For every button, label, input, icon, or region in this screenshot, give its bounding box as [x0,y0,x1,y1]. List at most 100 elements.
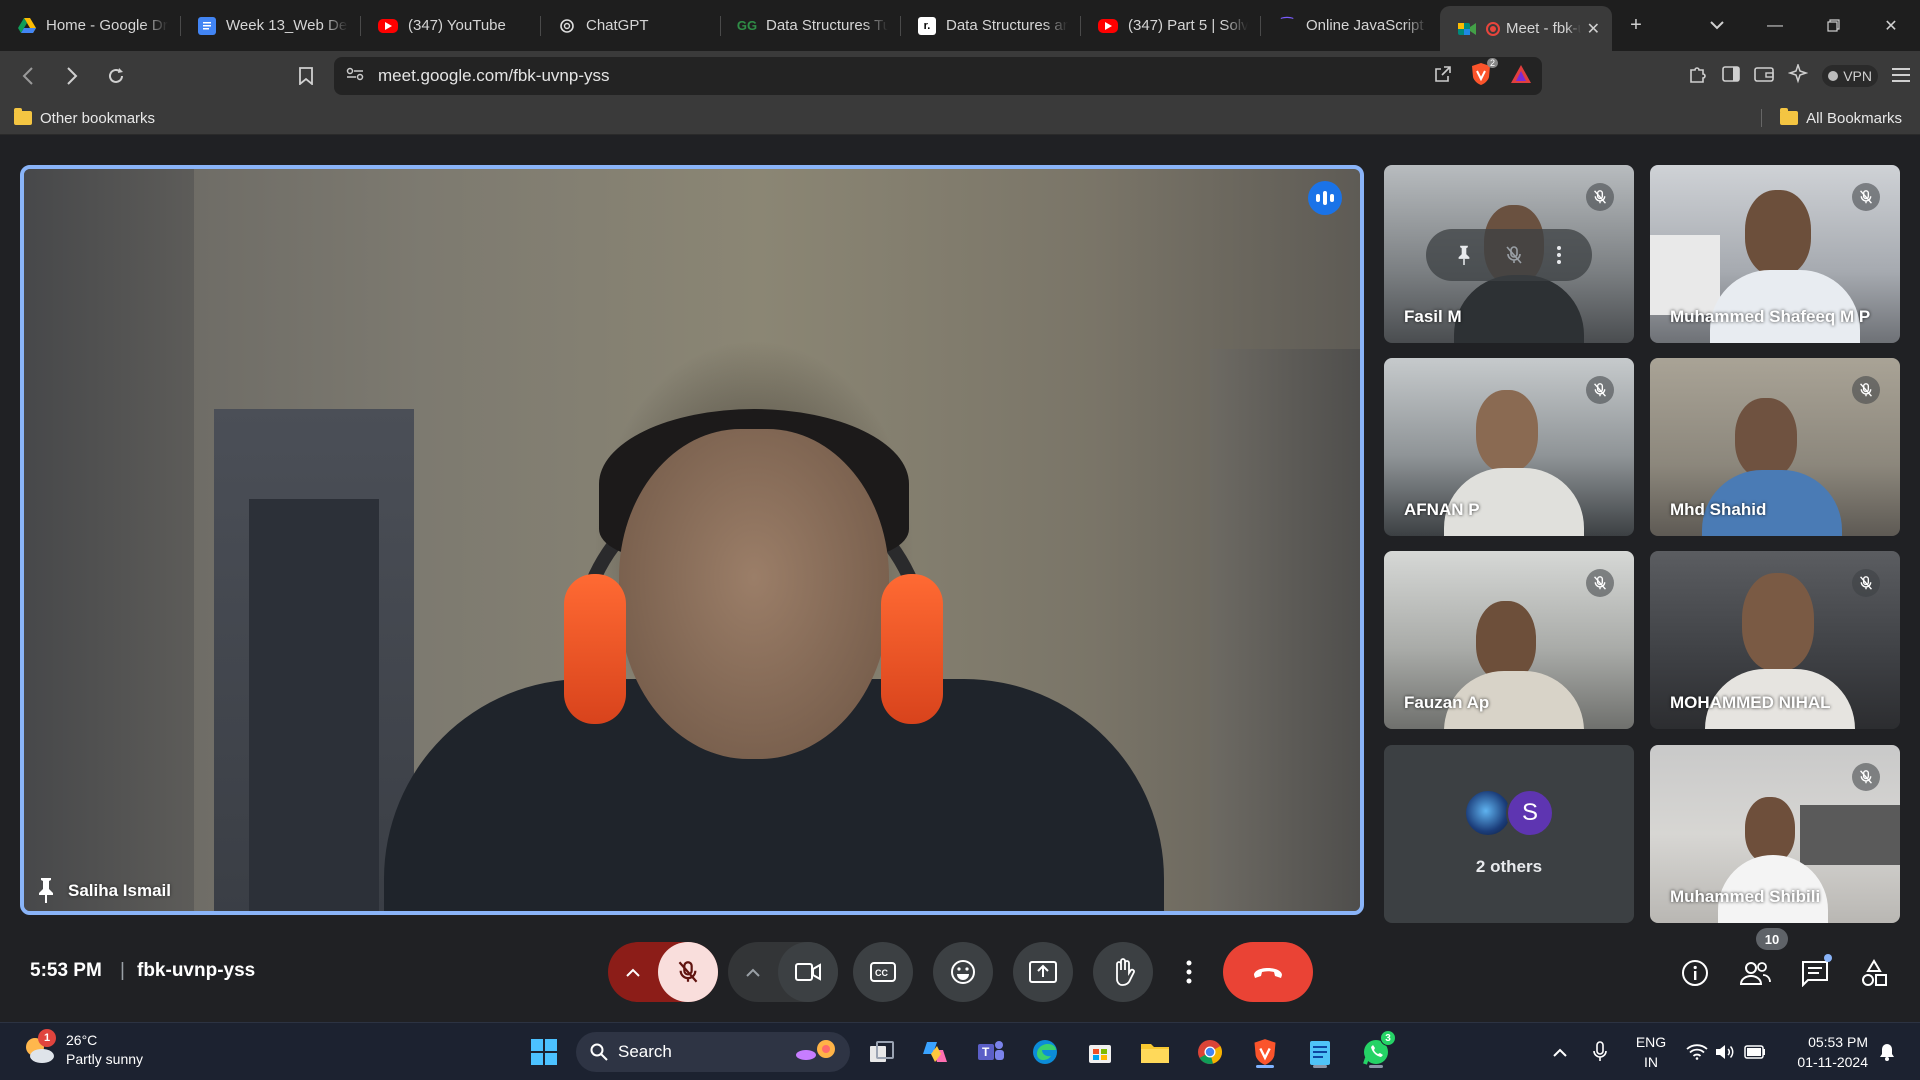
new-tab-icon[interactable]: + [1612,0,1660,51]
wifi-icon[interactable] [1682,1034,1712,1070]
chrome-icon[interactable] [1192,1034,1228,1070]
more-options-button[interactable] [1165,942,1213,1002]
reload-icon[interactable] [98,58,134,94]
participant-tile[interactable]: Muhammed Shibili [1650,745,1900,923]
file-explorer-icon[interactable] [1137,1034,1173,1070]
geeksforgeeks-icon: GG [736,18,758,33]
tab-search-chevron-icon[interactable] [1688,0,1746,51]
restore-icon[interactable] [1804,0,1862,51]
participant-tile[interactable]: MOHAMMED NIHAL [1650,551,1900,729]
pin-icon[interactable] [36,877,56,903]
participant-tile[interactable]: Fauzan Ap [1384,551,1634,729]
back-icon[interactable] [10,58,46,94]
start-button[interactable] [526,1034,562,1070]
participant-name: Muhammed Shibili [1670,887,1821,906]
chat-button[interactable] [1798,954,1832,990]
vpn-button[interactable]: VPN [1822,65,1878,87]
youtube-icon [1098,18,1118,33]
mute-participant-icon[interactable] [1505,245,1523,265]
audio-options-chevron-icon[interactable] [608,942,658,1002]
people-button[interactable] [1738,956,1772,990]
bookmark-icon[interactable] [288,58,324,94]
reactions-button[interactable] [933,942,993,1002]
teams-icon[interactable]: T [973,1034,1009,1070]
raise-hand-button[interactable] [1093,942,1153,1002]
task-view-icon[interactable] [864,1034,900,1070]
close-window-icon[interactable]: ✕ [1862,0,1920,51]
tile-hover-controls [1426,229,1592,281]
activities-button[interactable] [1857,956,1891,990]
leo-ai-icon[interactable] [1787,62,1809,89]
present-screen-button[interactable] [1013,942,1073,1002]
forward-icon[interactable] [54,58,90,94]
more-options-icon[interactable] [1556,245,1562,265]
battery-icon[interactable] [1740,1034,1770,1070]
raise-hand-icon [1116,958,1135,986]
edge-icon[interactable] [1027,1034,1063,1070]
participant-tile[interactable]: Muhammed Shafeeq M P [1650,165,1900,343]
extensions-icon[interactable] [1688,64,1708,89]
bookmark-other-bookmarks[interactable]: Other bookmarks [14,101,155,135]
tab-title: (347) Part 5 | Solving [1128,17,1248,34]
leave-call-button[interactable] [1223,942,1313,1002]
whatsapp-icon[interactable]: 3 [1358,1030,1396,1070]
taskbar-clock[interactable]: 05:53 PM 01-11-2024 [1778,1032,1868,1072]
unread-dot-icon [1824,954,1832,962]
show-hidden-icons-chevron-icon[interactable] [1545,1034,1575,1070]
url-text[interactable]: meet.google.com/fbk-uvnp-yss [378,66,610,86]
meeting-details-button[interactable] [1678,956,1712,990]
tab-data-structures-notion[interactable]: r. Data Structures and [900,0,1080,51]
participant-tile[interactable]: Fasil M [1384,165,1634,343]
volume-icon[interactable] [1710,1034,1740,1070]
captions-button[interactable]: CC [853,942,913,1002]
close-tab-icon[interactable]: ✕ [1587,19,1600,39]
main-speaker-tile[interactable]: Saliha Ismail [20,165,1364,915]
microsoft-store-icon[interactable] [1082,1034,1118,1070]
brave-shields-icon[interactable]: 2 [1470,57,1498,91]
menu-icon[interactable] [1892,66,1910,87]
mic-control [608,942,718,1002]
video-options-chevron-icon[interactable] [728,942,778,1002]
mic-off-button[interactable] [658,942,718,1002]
tab-week13-doc[interactable]: Week 13_Web Dev [180,0,360,51]
notepad-icon[interactable] [1302,1034,1338,1070]
brave-rewards-icon[interactable] [1510,64,1532,89]
muted-mic-icon [1852,569,1880,597]
tab-online-javascript[interactable]: ⁀ Online JavaScript [1260,0,1440,51]
chatgpt-icon [558,17,576,35]
tab-chatgpt[interactable]: ChatGPT [540,0,720,51]
weather-widget[interactable]: 1 26°C Partly sunny [22,1029,143,1069]
pin-icon[interactable] [1456,245,1472,265]
others-tile[interactable]: S 2 others [1384,745,1634,923]
tab-title: Home - Google Drive [46,17,168,34]
site-settings-icon[interactable] [346,67,364,86]
participant-tile[interactable]: Mhd Shahid [1650,358,1900,536]
brave-browser-icon[interactable] [1247,1034,1283,1070]
region-code: IN [1644,1054,1658,1070]
tab-data-structures-gfg[interactable]: GG Data Structures Tutorial [720,0,900,51]
vpn-status-icon [1828,71,1839,81]
main-speaker-name: Saliha Ismail [68,881,171,900]
meet-control-bar: 5:53 PM | fbk-uvnp-yss CC 10 [0,922,1920,1022]
input-language[interactable]: ENG IN [1633,1032,1669,1072]
address-bar[interactable]: meet.google.com/fbk-uvnp-yss 2 [334,57,1542,95]
tab-youtube-part5[interactable]: (347) Part 5 | Solving [1080,0,1260,51]
camera-icon [795,963,821,981]
camera-button[interactable] [778,942,838,1002]
minimize-icon[interactable]: — [1746,0,1804,51]
tab-google-meet[interactable]: Meet - fbk-uvnp-yss ✕ [1440,6,1612,51]
bookmark-all-bookmarks[interactable]: All Bookmarks [1761,101,1902,135]
tab-youtube[interactable]: (347) YouTube [360,0,540,51]
svg-text:CC: CC [875,968,888,978]
tab-title: Data Structures Tutorial [766,17,888,34]
participant-tile[interactable]: AFNAN P [1384,358,1634,536]
tab-google-drive[interactable]: Home - Google Drive [0,0,180,51]
microphone-in-use-icon[interactable] [1585,1034,1615,1070]
divider: | [120,960,125,981]
notifications-bell-icon[interactable] [1872,1034,1902,1070]
sidebar-icon[interactable] [1722,65,1741,87]
wallet-icon[interactable] [1754,65,1775,88]
taskbar-search[interactable]: Search [576,1032,850,1072]
copilot-icon[interactable] [917,1034,953,1070]
share-icon[interactable] [1434,65,1452,88]
